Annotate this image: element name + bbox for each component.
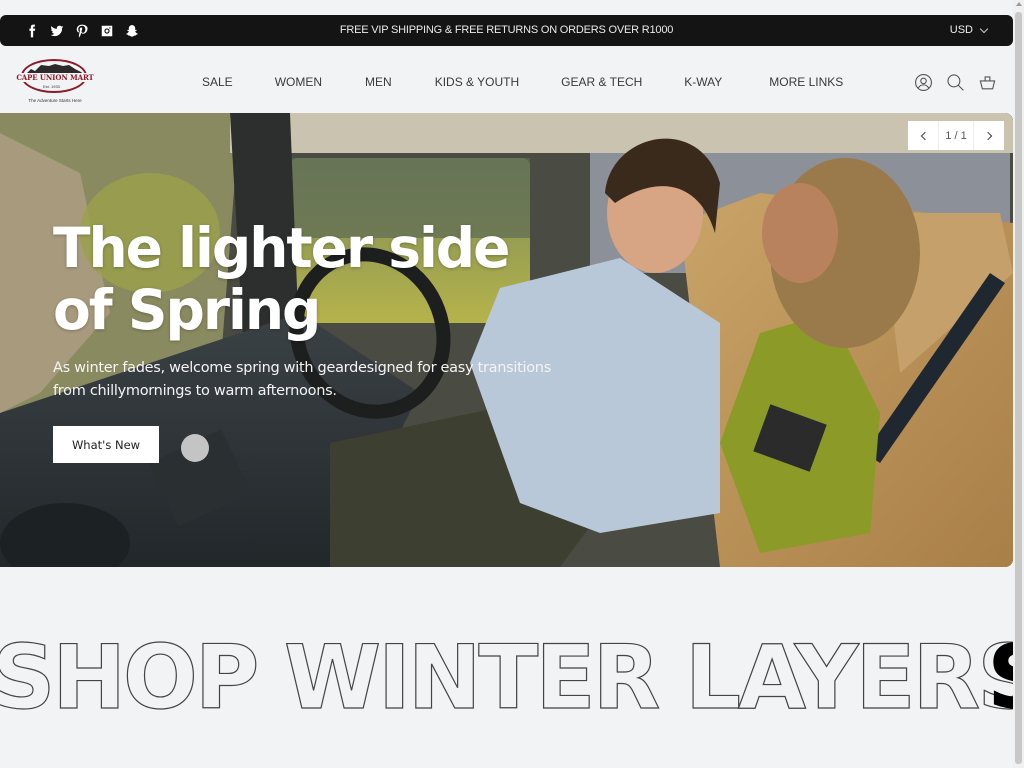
scrolling-marquee: SHOP WINTER LAYERS S (0, 628, 1024, 728)
cart-icon[interactable] (977, 72, 997, 92)
main-nav: SALE WOMEN MEN KIDS & YOUTH GEAR & TECH … (202, 75, 843, 89)
slide-counter: 1 / 1 (938, 121, 974, 150)
logo[interactable]: CAPE UNION MART Est. 1933 The Adventure … (15, 57, 95, 107)
nav-k-way[interactable]: K-WAY (684, 75, 722, 89)
nav-women[interactable]: WOMEN (275, 75, 322, 89)
site-header: CAPE UNION MART Est. 1933 The Adventure … (0, 50, 1013, 112)
logo-brand: CAPE UNION MART (15, 73, 95, 82)
scroll-up-arrow-icon[interactable] (1016, 2, 1022, 6)
currency-label: USD (949, 24, 973, 36)
nav-more-links[interactable]: MORE LINKS (769, 75, 843, 89)
page-scrollbar[interactable] (1013, 0, 1024, 768)
previous-slide-button[interactable] (908, 121, 938, 150)
logo-tagline: The Adventure Starts Here (28, 98, 82, 103)
hero-subtitle: As winter fades, welcome spring with gea… (53, 360, 551, 399)
marquee-text[interactable]: SHOP WINTER LAYERS (0, 628, 1024, 728)
announcement-text: FREE VIP SHIPPING & FREE RETURNS ON ORDE… (339, 24, 674, 36)
account-icon[interactable] (913, 72, 933, 92)
scrollbar-thumb[interactable] (1015, 12, 1022, 764)
hero-title: The lighter side of Spring (53, 216, 510, 342)
nav-kids-youth[interactable]: KIDS & YOUTH (435, 75, 519, 89)
nav-gear-tech[interactable]: GEAR & TECH (561, 75, 642, 89)
nav-men[interactable]: MEN (365, 75, 392, 89)
whats-new-button[interactable]: What's New (53, 426, 159, 463)
chevron-left-icon (920, 131, 929, 140)
announcement-bar: FREE VIP SHIPPING & FREE RETURNS ON ORDE… (0, 15, 1013, 46)
chevron-down-icon (979, 24, 989, 33)
header-icons (913, 72, 997, 92)
hero-banner: The lighter side of Spring As winter fad… (0, 113, 1013, 567)
next-slide-button[interactable] (974, 121, 1004, 150)
slideshow-pager: 1 / 1 (908, 121, 1004, 150)
currency-selector[interactable]: USD (949, 24, 989, 36)
logo-established: Est. 1933 (43, 84, 60, 89)
nav-sale[interactable]: SALE (202, 75, 233, 89)
search-icon[interactable] (945, 72, 965, 92)
chevron-right-icon (983, 131, 992, 140)
